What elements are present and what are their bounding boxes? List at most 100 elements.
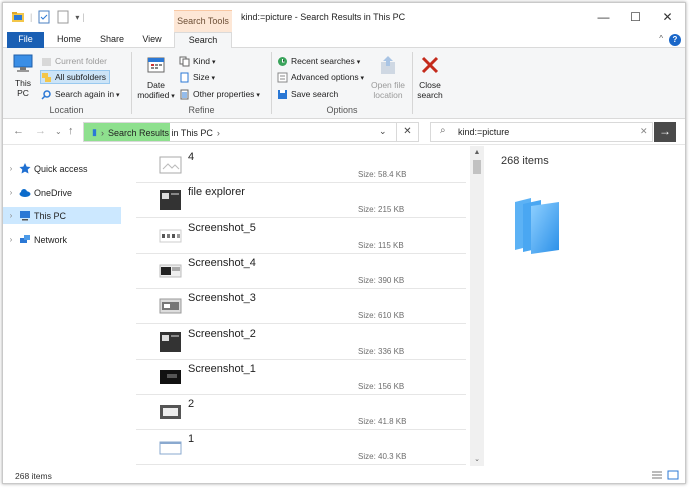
all-subfolders-label: All subfolders xyxy=(55,72,107,82)
save-search-button[interactable]: Save search xyxy=(277,87,338,101)
file-thumbnail-icon xyxy=(159,298,182,314)
expand-chevron-icon[interactable]: › xyxy=(3,164,19,173)
nav-item-label: Quick access xyxy=(34,163,88,174)
ribbon-separator xyxy=(131,52,132,114)
file-row[interactable]: 1 Size: 40.3 KB xyxy=(136,430,466,466)
search-icon: ⌕ xyxy=(440,125,446,136)
scrollbar-thumb[interactable] xyxy=(473,160,481,174)
file-row[interactable]: file explorer Size: 215 KB xyxy=(136,183,466,219)
new-folder-icon[interactable] xyxy=(56,10,70,24)
location-group-label: Location xyxy=(49,105,84,115)
close-search-button[interactable]: Close search xyxy=(415,54,445,100)
up-arrow-icon[interactable]: ↑ xyxy=(68,125,74,137)
maximize-button[interactable]: ☐ xyxy=(618,3,653,32)
collapse-ribbon-icon[interactable]: ^ xyxy=(659,34,663,43)
customize-toolbar-chevron-icon[interactable]: ▾ xyxy=(75,13,79,22)
file-name: file explorer xyxy=(188,186,245,199)
tab-file[interactable]: File xyxy=(7,32,44,48)
file-name: Screenshot_2 xyxy=(188,327,256,340)
breadcrumb: ▮ › Search Results in This PC › xyxy=(92,127,224,138)
file-row[interactable]: Screenshot_4 Size: 390 KB xyxy=(136,254,466,289)
forward-arrow-icon[interactable]: → xyxy=(35,125,46,137)
address-bar[interactable]: ▮ › Search Results in This PC › ⌄ ✕ xyxy=(83,122,419,142)
file-name: 2 xyxy=(188,398,195,411)
minimize-button[interactable]: — xyxy=(586,3,621,32)
computer-icon xyxy=(20,211,30,221)
multiple-items-icon xyxy=(515,198,559,254)
expand-chevron-icon[interactable]: › xyxy=(3,235,19,244)
breadcrumb-chevron-icon: › xyxy=(216,127,220,138)
search-input[interactable]: kind:=picture xyxy=(458,127,509,137)
file-row[interactable]: Screenshot_5 Size: 115 KB xyxy=(136,219,466,254)
file-row[interactable]: 4 Size: 58.4 KB xyxy=(136,148,466,183)
address-row: ← → ⌄ ↑ ▮ › Search Results in This PC › … xyxy=(3,119,685,145)
tab-search[interactable]: Search xyxy=(174,32,232,49)
file-name: Screenshot_1 xyxy=(188,362,256,375)
tab-home[interactable]: Home xyxy=(51,32,87,48)
title-bar: | ▾ | Search Tools kind:=picture - Searc… xyxy=(3,3,685,32)
file-row[interactable]: 2 Size: 41.8 KB xyxy=(136,395,466,431)
file-explorer-window: | ▾ | Search Tools kind:=picture - Searc… xyxy=(2,2,686,484)
address-dropdown-icon[interactable]: ⌄ xyxy=(379,126,387,137)
ribbon-tabs: File Home Share View Search ^ ? xyxy=(3,32,685,49)
recent-locations-chevron-icon[interactable]: ⌄ xyxy=(55,127,62,136)
refine-group-label: Refine xyxy=(188,105,215,115)
file-thumbnail-icon xyxy=(160,369,181,384)
scroll-up-icon[interactable]: ▲ xyxy=(470,149,484,156)
nav-item-network[interactable]: › Network xyxy=(3,231,121,248)
vertical-scrollbar[interactable]: ▲ ⌄ xyxy=(470,146,484,466)
this-pc-button[interactable]: This PC xyxy=(9,52,37,98)
this-pc-label: This PC xyxy=(14,78,32,98)
file-row[interactable]: Screenshot_1 Size: 156 KB xyxy=(136,360,466,395)
open-file-location-button[interactable]: Open file location xyxy=(369,54,407,100)
scroll-down-icon[interactable]: ⌄ xyxy=(470,455,484,463)
details-view-icon[interactable] xyxy=(651,470,663,480)
nav-item-onedrive[interactable]: › OneDrive xyxy=(3,184,121,201)
size-button[interactable]: Size xyxy=(179,70,215,84)
clear-address-button[interactable]: ✕ xyxy=(396,123,418,141)
nav-item-quick-access[interactable]: › Quick access xyxy=(3,160,121,177)
file-thumbnail-icon xyxy=(159,229,182,243)
large-icons-view-icon[interactable] xyxy=(667,470,679,480)
current-folder-button[interactable]: Current folder xyxy=(41,54,107,68)
tab-share[interactable]: Share xyxy=(93,32,131,48)
clear-search-icon[interactable]: ✕ xyxy=(640,126,648,137)
recent-searches-button[interactable]: Recent searches xyxy=(277,54,360,68)
breadcrumb-search-results[interactable]: Search Results in This PC xyxy=(108,128,213,138)
folder-app-icon xyxy=(12,12,24,22)
file-size: Size: 40.3 KB xyxy=(358,452,407,462)
view-buttons xyxy=(647,470,679,480)
close-search-label: Close search xyxy=(417,80,443,100)
tab-view[interactable]: View xyxy=(136,32,168,48)
advanced-options-button[interactable]: Advanced options xyxy=(277,70,364,84)
file-row[interactable]: Screenshot_2 Size: 336 KB xyxy=(136,325,466,360)
open-file-location-icon xyxy=(381,56,395,74)
help-icon[interactable]: ? xyxy=(669,34,681,46)
current-folder-icon xyxy=(42,57,51,66)
breadcrumb-chevron-icon: › xyxy=(100,127,104,138)
date-modified-button[interactable]: Date modified xyxy=(135,54,177,102)
all-subfolders-button[interactable]: All subfolders xyxy=(40,70,111,84)
preview-pane: 268 items xyxy=(485,146,685,466)
nav-item-this-pc[interactable]: › This PC xyxy=(3,207,121,224)
close-window-button[interactable]: ✕ xyxy=(650,3,685,32)
save-search-label: Save search xyxy=(291,89,339,99)
file-thumbnail-icon xyxy=(160,331,181,352)
kind-button[interactable]: Kind xyxy=(179,54,215,68)
ribbon-separator xyxy=(271,52,272,114)
preview-item-count: 268 items xyxy=(501,155,549,167)
expand-chevron-icon[interactable]: › xyxy=(3,211,19,220)
properties-icon[interactable] xyxy=(37,10,51,24)
file-name: Screenshot_4 xyxy=(188,256,256,269)
search-again-in-button[interactable]: Search again in xyxy=(41,87,120,101)
search-results-list: 4 Size: 58.4 KB file explorer Size: 215 KB S… xyxy=(136,148,466,466)
file-thumbnail-icon xyxy=(160,190,181,211)
file-size: Size: 58.4 KB xyxy=(358,170,407,179)
other-properties-button[interactable]: Other properties xyxy=(179,87,260,101)
expand-chevron-icon[interactable]: › xyxy=(3,188,19,197)
file-row[interactable]: Screenshot_3 Size: 610 KB xyxy=(136,289,466,325)
go-search-button[interactable]: → xyxy=(654,122,676,142)
file-name: Screenshot_5 xyxy=(188,221,256,234)
back-arrow-icon[interactable]: ← xyxy=(13,125,24,137)
search-box[interactable]: ⌕ kind:=picture ✕ xyxy=(430,122,653,142)
